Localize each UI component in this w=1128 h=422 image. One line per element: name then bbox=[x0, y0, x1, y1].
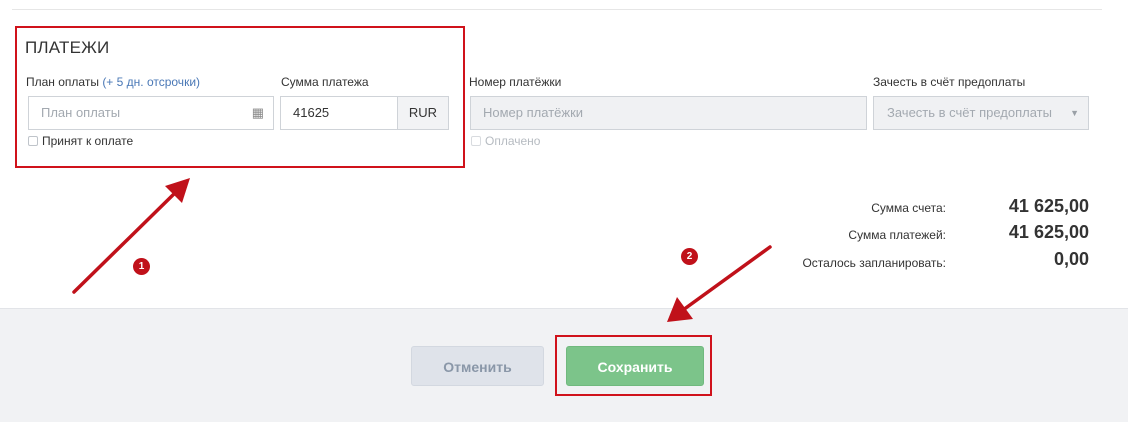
arrow-1 bbox=[72, 178, 190, 294]
annotation-badge-2: 2 bbox=[681, 248, 698, 265]
annotation-badge-1: 1 bbox=[133, 258, 150, 275]
annotation-arrows bbox=[72, 178, 772, 322]
